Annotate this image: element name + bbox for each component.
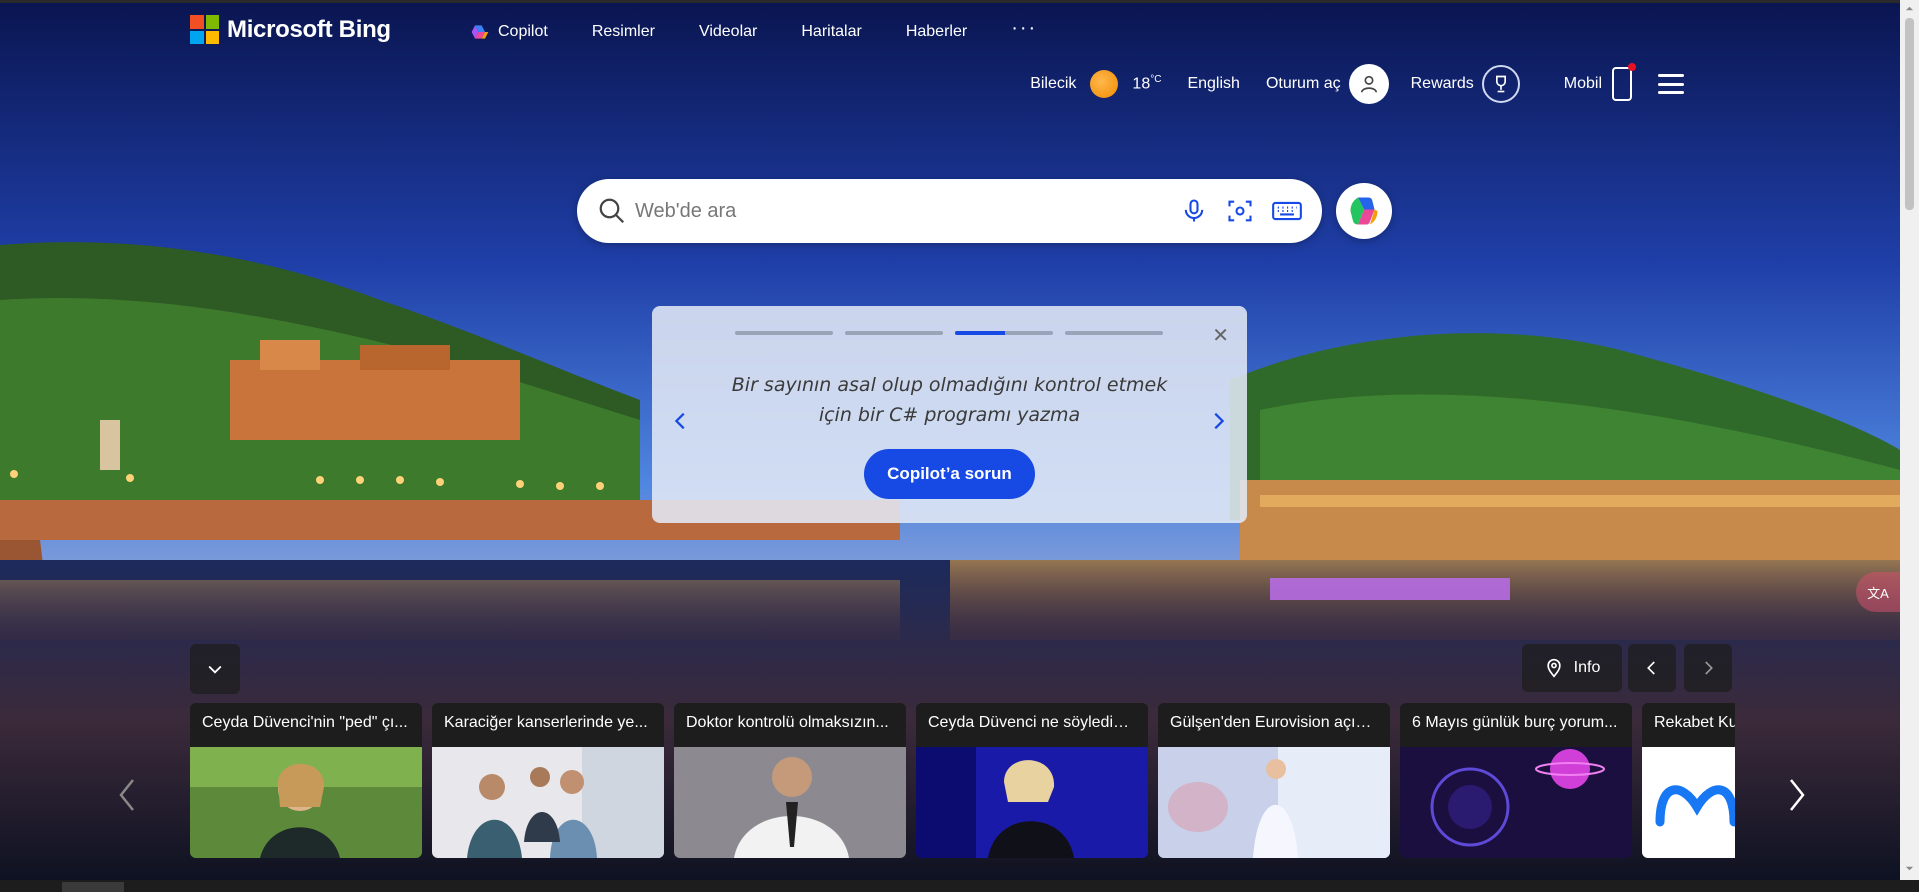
- header-right: Bilecik 18°C English Oturum aç Rewards M…: [1016, 63, 1684, 104]
- scroll-up-icon[interactable]: [1905, 4, 1914, 13]
- news-card[interactable]: Gülşen'den Eurovision açıkl...: [1158, 703, 1390, 858]
- menu-icon[interactable]: [1658, 74, 1684, 94]
- more-icon: ···: [1011, 16, 1038, 39]
- chevron-right-icon: [1790, 779, 1805, 811]
- news-title: Doktor kontrolü olmaksızın...: [674, 703, 906, 747]
- notification-dot: [1628, 63, 1636, 71]
- phone-icon[interactable]: [1612, 63, 1636, 101]
- keyboard-icon[interactable]: [1272, 197, 1302, 225]
- chevron-right-icon: [1705, 661, 1713, 675]
- nav-copilot-label: Copilot: [498, 23, 548, 40]
- next-image-button[interactable]: [1684, 644, 1732, 692]
- news-card[interactable]: Doktor kontrolü olmaksızın...: [674, 703, 906, 858]
- news-title: Karaciğer kanserlerinde ye...: [432, 703, 664, 747]
- copilot-icon: [1350, 197, 1378, 225]
- chevron-right-icon[interactable]: [1207, 410, 1229, 432]
- news-previous-button[interactable]: [112, 775, 142, 815]
- nav-maps[interactable]: Haritalar: [801, 23, 861, 41]
- nav-images-label: Resimler: [591, 23, 655, 40]
- microsoft-logo-icon: [190, 15, 219, 44]
- news-card[interactable]: Ceyda Düvenci'nin "ped" çı...: [190, 703, 422, 858]
- weather-location[interactable]: Bilecik: [1030, 75, 1076, 93]
- sign-in-link[interactable]: Oturum aç: [1266, 75, 1341, 93]
- search-icon[interactable]: [597, 196, 627, 226]
- search-box: [577, 179, 1322, 243]
- news-title: Ceyda Düvenci'nin "ped" çı...: [190, 703, 422, 747]
- news-thumbnail: [674, 747, 906, 858]
- taskbar: [0, 880, 1919, 892]
- scroll-down-icon[interactable]: [1905, 864, 1914, 873]
- copilot-prompt-card: ✕ Bir sayının asal olup olmadığını kontr…: [652, 306, 1247, 523]
- ask-copilot-button[interactable]: Copilot’a sorun: [864, 449, 1035, 499]
- bing-logo[interactable]: Microsoft Bing: [190, 15, 391, 44]
- copilot-button[interactable]: [1336, 183, 1392, 239]
- nav-copilot[interactable]: Copilot: [470, 22, 548, 42]
- image-info-label: Info: [1573, 659, 1601, 676]
- nav-videos-label: Videolar: [698, 23, 758, 40]
- news-thumbnail: [432, 747, 664, 858]
- news-title: Rekabet Ku: [1642, 703, 1735, 747]
- news-thumbnail: [1400, 747, 1632, 858]
- news-title: Ceyda Düvenci ne söyledi? ...: [916, 703, 1148, 747]
- carousel-dot[interactable]: [735, 331, 833, 335]
- chevron-left-icon: [1647, 661, 1655, 675]
- window-top-edge: [0, 0, 1919, 3]
- nav-more-button[interactable]: ···: [1011, 17, 1037, 40]
- news-thumbnail: [916, 747, 1148, 858]
- image-info-button[interactable]: Info: [1522, 644, 1622, 692]
- translate-icon[interactable]: 文A: [1856, 572, 1900, 612]
- news-card[interactable]: Rekabet Ku: [1642, 703, 1735, 858]
- mobile-label[interactable]: Mobil: [1564, 75, 1602, 93]
- nav-news[interactable]: Haberler: [906, 23, 967, 41]
- news-card[interactable]: Karaciğer kanserlerinde ye...: [432, 703, 664, 858]
- carousel-dot[interactable]: [845, 331, 943, 335]
- nav-videos[interactable]: Videolar: [699, 23, 757, 41]
- previous-image-button[interactable]: [1628, 644, 1676, 692]
- carousel-dot[interactable]: [1065, 331, 1163, 335]
- visual-search-icon[interactable]: [1226, 197, 1254, 225]
- carousel-dot-active[interactable]: [955, 331, 1053, 335]
- avatar-icon[interactable]: [1348, 64, 1389, 104]
- weather-temperature[interactable]: 18°C: [1132, 74, 1161, 93]
- brand-name: Microsoft Bing: [227, 15, 391, 43]
- chevron-left-icon: [119, 779, 134, 811]
- news-card[interactable]: Ceyda Düvenci ne söyledi? ...: [916, 703, 1148, 858]
- nav-maps-label: Haritalar: [801, 23, 862, 40]
- nav-news-label: Haberler: [905, 23, 968, 40]
- news-carousel: Ceyda Düvenci'nin "ped" çı... Karaciğer …: [190, 703, 1735, 858]
- news-thumbnail: [190, 747, 422, 858]
- top-nav: Copilot Resimler Videolar Haritalar Habe…: [470, 17, 1081, 42]
- prompt-suggestion: Bir sayının asal olup olmadığını kontrol…: [731, 374, 1168, 426]
- chevron-down-icon: [208, 665, 222, 674]
- news-title: 6 Mayıs günlük burç yorum...: [1400, 703, 1632, 747]
- search-input[interactable]: [635, 199, 1155, 223]
- trophy-icon[interactable]: [1481, 65, 1520, 103]
- copilot-icon: [471, 25, 489, 39]
- scrollbar[interactable]: [1900, 0, 1919, 880]
- search-tools: [1180, 197, 1302, 225]
- scroll-thumb[interactable]: [1905, 18, 1914, 210]
- language-link[interactable]: English: [1187, 75, 1239, 93]
- news-thumbnail: [1158, 747, 1390, 858]
- news-card[interactable]: 6 Mayıs günlük burç yorum...: [1400, 703, 1632, 858]
- nav-images[interactable]: Resimler: [592, 23, 655, 41]
- news-thumbnail: [1642, 747, 1735, 858]
- news-next-button[interactable]: [1782, 775, 1812, 815]
- close-icon[interactable]: ✕: [1212, 323, 1229, 348]
- carousel-indicators: [735, 331, 1163, 335]
- rewards-label[interactable]: Rewards: [1411, 75, 1474, 93]
- taskbar-item[interactable]: [62, 882, 124, 892]
- chevron-left-icon[interactable]: [670, 410, 692, 432]
- sun-icon: [1090, 70, 1119, 98]
- microphone-icon[interactable]: [1180, 197, 1208, 225]
- collapse-feed-button[interactable]: [190, 644, 240, 694]
- news-title: Gülşen'den Eurovision açıkl...: [1158, 703, 1390, 747]
- location-pin-icon: [1546, 658, 1561, 678]
